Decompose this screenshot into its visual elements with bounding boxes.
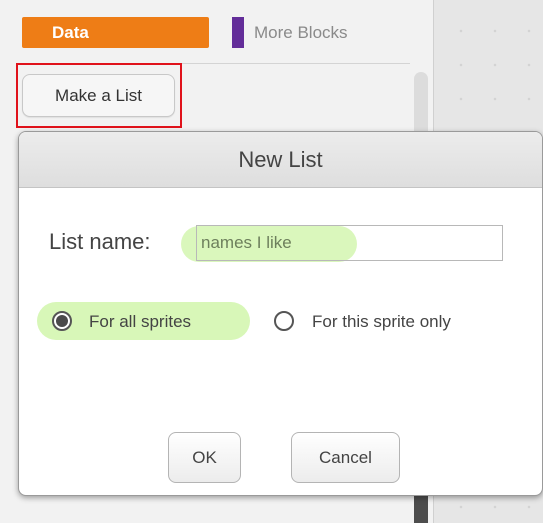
radio-for-this-sprite-only[interactable] [274,311,294,331]
radio-for-all-sprites-label[interactable]: For all sprites [89,312,191,332]
category-more-blocks-label: More Blocks [254,22,348,42]
list-name-label: List name: [49,229,151,254]
radio-for-all-sprites[interactable] [52,311,72,331]
list-name-input[interactable] [196,225,503,261]
new-list-dialog: New List List name: For all sprites For … [18,131,543,496]
category-more-blocks[interactable]: More Blocks [232,17,417,48]
radio-for-this-sprite-only-label[interactable]: For this sprite only [312,312,451,332]
category-data[interactable]: Data [22,17,209,48]
dialog-title: New List [19,132,542,188]
highlight-box [16,63,182,128]
ok-button[interactable]: OK [168,432,241,483]
cancel-button[interactable]: Cancel [291,432,400,483]
category-data-label: Data [52,22,89,42]
category-color-swatch [232,17,244,48]
